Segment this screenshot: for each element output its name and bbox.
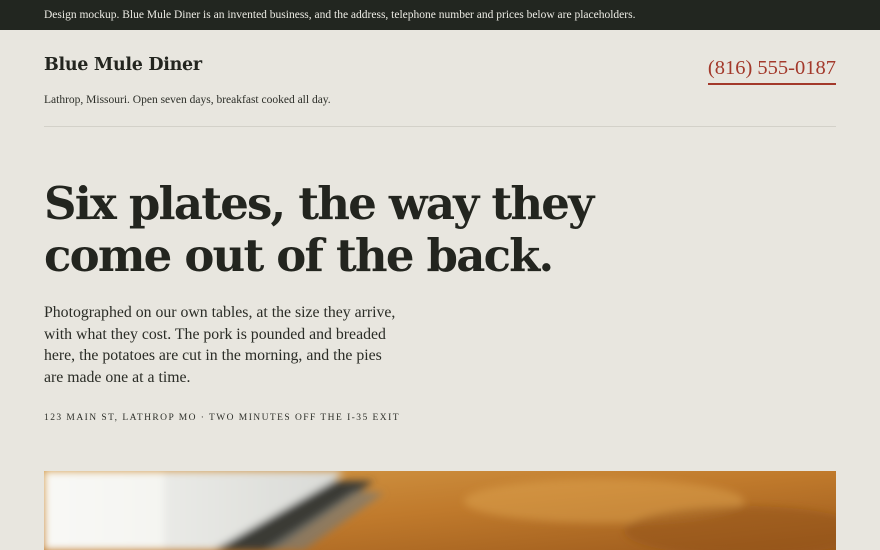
mockup-notice-text: Design mockup. Blue Mule Diner is an inv… (44, 9, 636, 21)
hero-food-photo (44, 471, 836, 550)
phone-link[interactable]: (816) 555-0187 (707, 56, 836, 85)
address-line: 123 MAIN ST, LATHROP MO · TWO MINUTES OF… (44, 413, 400, 423)
tagline: Lathrop, Missouri. Open seven days, brea… (44, 94, 331, 106)
hero-headline: Six plates, the way they come out of the… (44, 177, 594, 282)
hero-intro: Photographed on our own tables, at the s… (44, 304, 396, 386)
header-divider (44, 126, 836, 127)
brand-name: Blue Mule Diner (44, 55, 202, 75)
mockup-notice-bar: Design mockup. Blue Mule Diner is an inv… (0, 0, 880, 30)
